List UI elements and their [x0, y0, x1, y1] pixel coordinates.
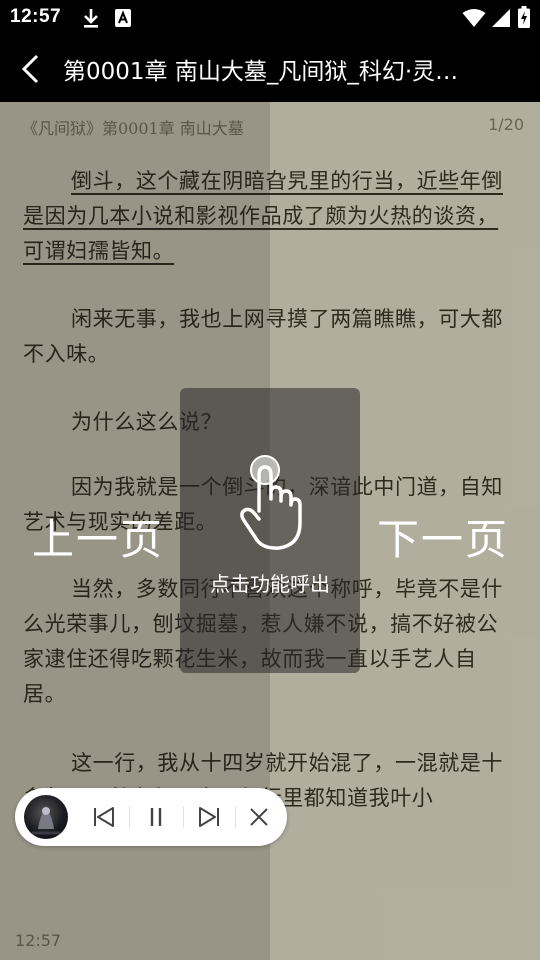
divider: [183, 806, 184, 828]
back-button[interactable]: [14, 50, 50, 88]
skip-next-icon: [199, 807, 219, 827]
top-bar: 第0001章 南山大墓_凡间狱_科幻·灵…: [0, 36, 540, 102]
audio-player: [15, 788, 287, 846]
status-time: 12:57: [10, 6, 62, 27]
skip-previous-icon: [94, 807, 114, 827]
battery-charging-icon: [518, 6, 530, 32]
chevron-left-icon: [21, 54, 39, 84]
close-icon: [250, 808, 268, 826]
divider: [129, 806, 130, 828]
chapter-title: 第0001章 南山大墓_凡间狱_科幻·灵…: [63, 59, 459, 85]
skip-next-button[interactable]: [194, 802, 224, 832]
wifi-icon: [462, 8, 486, 32]
album-cover[interactable]: [24, 795, 68, 839]
status-bar: 12:57: [0, 0, 540, 36]
font-a-icon: [115, 9, 131, 31]
signal-icon: [491, 8, 511, 32]
pause-icon: [150, 808, 162, 826]
pause-button[interactable]: [141, 802, 171, 832]
close-player-button[interactable]: [244, 802, 274, 832]
download-icon: [82, 7, 100, 33]
next-page-label: 下一页: [377, 515, 510, 564]
divider: [235, 806, 236, 828]
skip-previous-button[interactable]: [89, 802, 119, 832]
menu-tip: 点击功能呼出: [210, 572, 330, 596]
tap-hand-icon: [235, 453, 307, 557]
prev-page-label: 上一页: [32, 515, 165, 564]
